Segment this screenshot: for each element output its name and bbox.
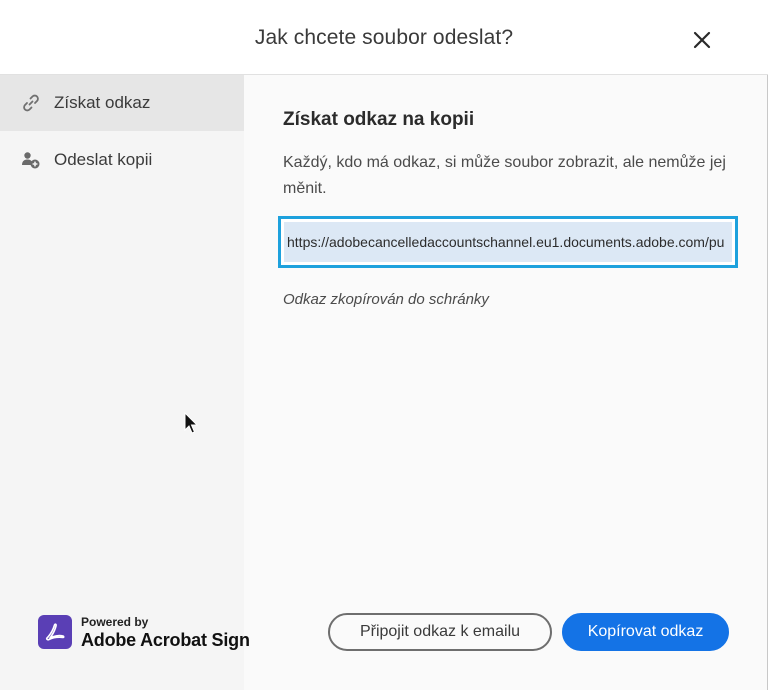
- sidebar: Získat odkaz Odeslat kopii: [0, 75, 244, 690]
- powered-by-text: Powered by: [81, 614, 149, 629]
- main-panel: Získat odkaz na kopii Každý, kdo má odka…: [244, 75, 767, 690]
- brand-footer: Powered by Adobe Acrobat Sign: [38, 612, 250, 652]
- sidebar-item-get-link[interactable]: Získat odkaz: [0, 75, 244, 131]
- link-icon: [20, 92, 42, 114]
- mouse-cursor-icon: [184, 412, 199, 434]
- section-description: Každý, kdo má odkaz, si může soubor zobr…: [283, 154, 726, 197]
- sidebar-item-send-copy[interactable]: Odeslat kopii: [0, 132, 244, 188]
- attach-link-to-email-button[interactable]: Připojit odkaz k emailu: [328, 613, 552, 651]
- dialog-title: Jak chcete soubor odeslat?: [254, 26, 514, 49]
- product-name: Adobe Acrobat Sign: [81, 629, 250, 650]
- sidebar-item-label: Odeslat kopii: [54, 150, 153, 169]
- copied-status-text: Odkaz zkopírován do schránky: [283, 291, 489, 308]
- acrobat-logo-icon: [38, 615, 72, 649]
- dialog-header: Jak chcete soubor odeslat?: [0, 0, 768, 75]
- section-title: Získat odkaz na kopii: [283, 109, 475, 130]
- share-link-field-frame: [278, 216, 738, 268]
- add-user-icon: [20, 149, 42, 171]
- copy-link-button[interactable]: Kopírovat odkaz: [562, 613, 729, 651]
- close-button[interactable]: [688, 26, 716, 54]
- close-icon: [693, 31, 711, 49]
- share-link-field[interactable]: [284, 222, 732, 262]
- share-dialog: Jak chcete soubor odeslat? Získat odkaz: [0, 0, 768, 690]
- sidebar-item-label: Získat odkaz: [54, 93, 151, 112]
